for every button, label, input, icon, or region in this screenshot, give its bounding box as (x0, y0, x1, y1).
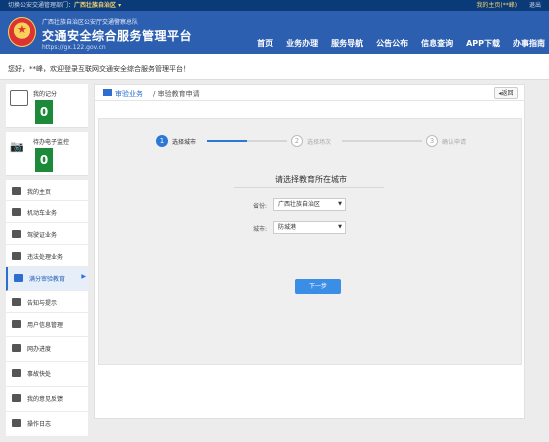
sidebar-item-label: 我的意见反馈 (27, 396, 64, 403)
sidebar-item-label: 用户信息管理 (27, 322, 64, 329)
sidebar-item-logs[interactable]: 操作日志 (6, 412, 88, 437)
sidebar-item-vehicle[interactable]: 机动车业务 (6, 201, 88, 223)
welcome-bar: 您好，**峰，欢迎登录互联网交通安全综合服务管理平台！ (0, 54, 549, 80)
score-label: 我的记分 (33, 91, 58, 98)
monitor-label: 待办电子监控 (33, 139, 70, 146)
province-select[interactable]: 广西壮族自治区 ▼ (273, 198, 346, 211)
score-value: 0 (35, 100, 53, 124)
sidebar-item-accident[interactable]: 事故快处 (6, 362, 88, 387)
camera-icon (12, 252, 21, 260)
step-number: 2 (291, 135, 303, 147)
nav-home[interactable]: 首页 (257, 38, 273, 49)
application-panel: 1 选择城市 2 选择场次 3 确认申请 请选择教育所在城市 省份: 广西壮族自… (98, 118, 522, 365)
form-divider (234, 187, 384, 188)
step-connector (342, 140, 422, 142)
sidebar-item-label: 告知与提示 (27, 300, 58, 307)
bell-icon (12, 298, 21, 306)
back-button[interactable]: ◂返回 (494, 87, 518, 99)
education-icon (14, 274, 23, 282)
nav-business[interactable]: 业务办理 (286, 38, 318, 49)
sidebar-item-progress[interactable]: 网办进度 (6, 337, 88, 362)
accident-icon (12, 369, 21, 377)
region-switcher[interactable]: 切换公安交通管理部门：广西壮族自治区 ▾ (8, 0, 121, 11)
breadcrumb-section[interactable]: 审验业务 (115, 89, 143, 99)
score-card[interactable]: 我的记分 0 (6, 84, 88, 128)
site-url: https://gx.122.gov.cn (42, 44, 106, 51)
step-number: 1 (156, 135, 168, 147)
sidebar-item-label: 我的主页 (27, 189, 52, 196)
top-bar: 切换公安交通管理部门：广西壮族自治区 ▾ 我的主页(**峰) 退出 (0, 0, 549, 11)
sidebar-item-label: 操作日志 (27, 421, 52, 428)
sidebar-item-license[interactable]: 驾驶证业务 (6, 223, 88, 245)
score-sheet-icon (10, 90, 28, 106)
region-switch-label: 切换公安交通管理部门： (8, 2, 75, 9)
police-emblem-icon (8, 17, 36, 47)
sidebar-item-label: 事故快处 (27, 371, 52, 378)
sidebar-item-user-info[interactable]: 用户信息管理 (6, 313, 88, 337)
breadcrumb-page: / 审验教育申请 (153, 89, 200, 99)
province-value: 广西壮族自治区 (278, 201, 321, 208)
user-icon (12, 320, 21, 328)
sidebar-item-label: 满分审验教育 (29, 276, 66, 283)
breadcrumb: 审验业务 / 审验教育申请 ◂返回 (95, 85, 524, 101)
chevron-down-icon: ▼ (338, 224, 342, 230)
site-title: 交通安全综合服务管理平台 (42, 29, 193, 43)
province-label: 省份: (252, 203, 267, 210)
step-connector (247, 140, 287, 142)
next-step-button[interactable]: 下一步 (295, 279, 341, 294)
sidebar-menu: 我的主页 机动车业务 驾驶证业务 违法处理业务 满分审验教育 告知与提示 用户信… (6, 180, 88, 437)
sidebar-item-feedback[interactable]: 我的意见反馈 (6, 387, 88, 412)
nav-notices[interactable]: 公告公布 (376, 38, 408, 49)
sidebar: 我的记分 0 📷 待办电子监控 0 我的主页 机动车业务 驾驶证业务 违法处理业… (6, 84, 88, 442)
nav-info-query[interactable]: 信息查询 (421, 38, 453, 49)
feedback-icon (12, 394, 21, 402)
site-header: 广西壮族自治区公安厅交通警察总队 交通安全综合服务管理平台 https://gx… (0, 11, 549, 54)
logout-link[interactable]: 退出 (529, 2, 541, 9)
sidebar-item-notices[interactable]: 告知与提示 (6, 291, 88, 313)
breadcrumb-current: 审验教育申请 (157, 90, 200, 98)
sidebar-item-label: 网办进度 (27, 346, 52, 353)
org-name: 广西壮族自治区公安厅交通警察总队 (42, 19, 139, 26)
step-number: 3 (426, 135, 438, 147)
step-label: 选择场次 (307, 139, 332, 146)
chevron-down-icon: ▼ (338, 201, 342, 207)
sidebar-item-home[interactable]: 我的主页 (6, 180, 88, 201)
log-icon (12, 419, 21, 427)
step-connector (207, 140, 247, 142)
main-content: 审验业务 / 审验教育申请 ◂返回 1 选择城市 2 选择场次 3 确认申请 请… (94, 84, 525, 419)
step-label: 确认申请 (442, 139, 467, 146)
sidebar-item-label: 违法处理业务 (27, 254, 64, 261)
book-icon (103, 89, 112, 96)
monitor-value: 0 (35, 148, 53, 172)
sidebar-item-label: 机动车业务 (27, 210, 58, 217)
sidebar-item-education[interactable]: 满分审验教育 (6, 267, 88, 291)
top-bar-user-links: 我的主页(**峰) 退出 (476, 0, 541, 11)
step-label: 选择城市 (172, 139, 197, 146)
sidebar-item-label: 驾驶证业务 (27, 232, 58, 239)
nav-app-download[interactable]: APP下载 (466, 38, 500, 49)
monitor-card[interactable]: 📷 待办电子监控 0 (6, 132, 88, 176)
license-icon (12, 230, 21, 238)
sidebar-item-violation[interactable]: 违法处理业务 (6, 245, 88, 267)
my-home-link[interactable]: 我的主页(**峰) (476, 2, 517, 9)
city-value: 防城港 (278, 224, 297, 231)
region-select[interactable]: 广西壮族自治区 ▾ (74, 2, 121, 9)
form-title: 请选择教育所在城市 (275, 175, 347, 184)
nav-service-guide[interactable]: 服务导航 (331, 38, 363, 49)
city-label: 城市: (252, 226, 267, 233)
progress-icon (12, 344, 21, 352)
camera-monitor-icon: 📷 (10, 140, 24, 153)
nav-guide[interactable]: 办事指南 (513, 38, 545, 49)
car-icon (12, 208, 21, 216)
welcome-text: 您好，**峰，欢迎登录互联网交通安全综合服务管理平台！ (8, 65, 190, 73)
home-icon (12, 187, 21, 195)
city-select[interactable]: 防城港 ▼ (273, 221, 346, 234)
